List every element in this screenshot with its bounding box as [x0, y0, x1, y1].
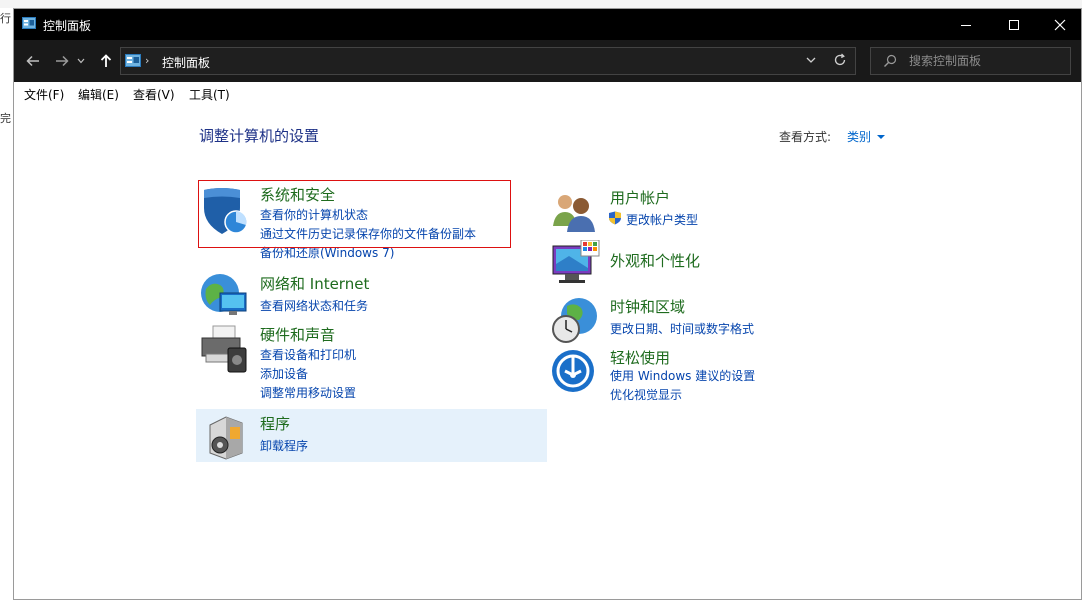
ease-of-access-icon — [552, 350, 594, 392]
refresh-button[interactable] — [833, 53, 847, 70]
address-dropdown-button[interactable] — [805, 54, 817, 69]
maximize-icon — [1009, 19, 1019, 30]
uac-shield-icon — [608, 211, 622, 228]
chevron-down-icon — [806, 57, 816, 63]
users-icon — [553, 195, 595, 232]
control-panel-window: 控制面板 › 控制面板 搜索控制面板 文件(F) 编辑(E) 查看(V) 工具(… — [13, 8, 1082, 600]
chevron-down-icon — [77, 58, 85, 64]
breadcrumb-control-panel[interactable]: 控制面板 — [162, 54, 210, 71]
printer-icon — [201, 325, 247, 373]
address-bar[interactable]: › 控制面板 — [120, 47, 856, 75]
chevron-right-icon: › — [145, 54, 150, 67]
view-by-label: 查看方式: — [779, 130, 832, 144]
clock-globe-icon — [552, 298, 597, 343]
refresh-icon — [834, 53, 846, 66]
caret-down-icon[interactable] — [877, 135, 885, 139]
background-text: 完 — [0, 112, 11, 125]
close-icon — [1054, 19, 1066, 30]
close-button[interactable] — [1037, 9, 1081, 40]
link-devices-printers[interactable]: 查看设备和打印机 — [260, 346, 356, 363]
arrow-up-icon — [100, 54, 112, 67]
maximize-button[interactable] — [991, 9, 1037, 40]
background-strip — [0, 0, 1082, 8]
back-button[interactable] — [22, 50, 44, 72]
category-title-clock-region[interactable]: 时钟和区域 — [610, 296, 685, 317]
search-icon — [883, 54, 897, 71]
network-icon — [201, 274, 247, 315]
programs-icon — [209, 416, 243, 460]
category-title-ease-of-access[interactable]: 轻松使用 — [610, 347, 670, 368]
title-bar: 控制面板 — [14, 9, 1081, 40]
minimize-button[interactable] — [943, 9, 989, 40]
page-title: 调整计算机的设置 — [199, 127, 320, 145]
category-title-programs[interactable]: 程序 — [260, 413, 290, 434]
window-title: 控制面板 — [43, 19, 92, 33]
link-recommended-settings[interactable]: 使用 Windows 建议的设置 — [610, 367, 755, 384]
up-button[interactable] — [95, 50, 117, 72]
navigation-bar: › 控制面板 — [14, 40, 1081, 82]
menu-file[interactable]: 文件(F) — [24, 86, 64, 103]
forward-button[interactable] — [51, 50, 73, 72]
category-title-user-accounts[interactable]: 用户帐户 — [610, 187, 670, 208]
content-area: 调整计算机的设置 查看方式: 类别 系统和安全 查看你的计算机状态 通过文件历史… — [14, 104, 1081, 599]
control-panel-icon — [125, 54, 141, 70]
category-title-network[interactable]: 网络和 Internet — [260, 273, 369, 294]
menu-bar: 文件(F) 编辑(E) 查看(V) 工具(T) — [14, 82, 1081, 104]
highlight-annotation-box — [198, 180, 511, 248]
background-text: 行 — [0, 12, 11, 25]
arrow-left-icon — [26, 55, 39, 67]
minimize-icon — [961, 24, 971, 26]
link-uninstall-program[interactable]: 卸载程序 — [260, 437, 308, 454]
link-add-device[interactable]: 添加设备 — [260, 365, 308, 382]
link-date-time-format[interactable]: 更改日期、时间或数字格式 — [610, 320, 754, 337]
link-optimize-display[interactable]: 优化视觉显示 — [610, 386, 682, 403]
menu-view[interactable]: 查看(V) — [133, 86, 175, 103]
search-input[interactable] — [909, 52, 1059, 70]
control-panel-icon — [22, 17, 36, 32]
category-title-appearance[interactable]: 外观和个性化 — [610, 250, 700, 271]
menu-tools[interactable]: 工具(T) — [189, 86, 230, 103]
link-network-status[interactable]: 查看网络状态和任务 — [260, 297, 368, 314]
search-box[interactable] — [870, 47, 1071, 75]
view-by-dropdown[interactable]: 类别 — [847, 128, 871, 145]
recent-locations-button[interactable] — [75, 50, 87, 72]
category-title-hardware[interactable]: 硬件和声音 — [260, 324, 335, 345]
link-change-account-type[interactable]: 更改帐户类型 — [626, 211, 698, 228]
arrow-right-icon — [56, 55, 69, 67]
link-mobility-settings[interactable]: 调整常用移动设置 — [260, 384, 356, 401]
menu-edit[interactable]: 编辑(E) — [78, 86, 119, 103]
monitor-icon — [552, 240, 600, 283]
